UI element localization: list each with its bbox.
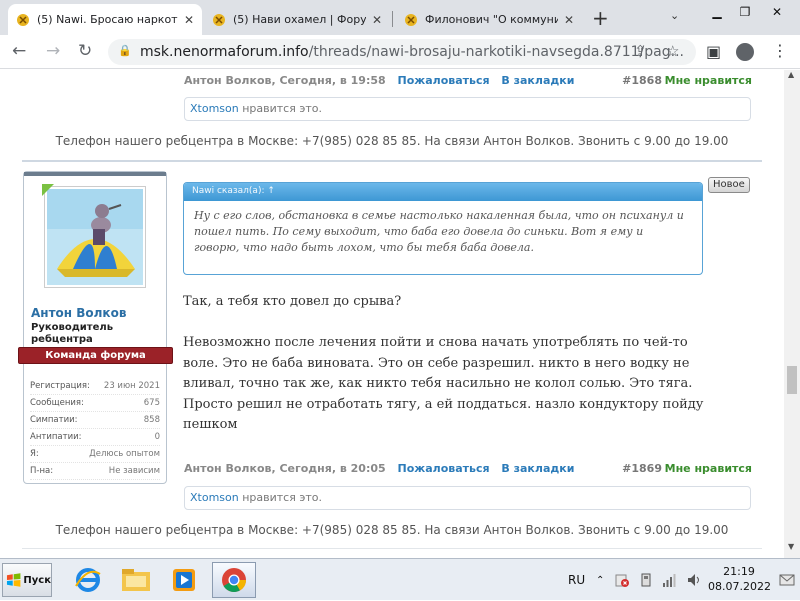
reload-icon[interactable]: ↻: [78, 41, 92, 61]
start-button[interactable]: Пуск: [2, 563, 52, 597]
post-number[interactable]: #1868: [622, 74, 662, 87]
lock-icon: 🔒: [118, 44, 132, 57]
stat-row: П-на: Не зависим: [30, 463, 160, 480]
quote-block: Nawi сказал(а): ↑ Ну с его слов, обстано…: [183, 182, 703, 275]
post-author-time[interactable]: Антон Волков, Сегодня, в 20:05: [184, 462, 386, 475]
scroll-up-icon[interactable]: ▲: [788, 70, 794, 79]
back-arrow-icon[interactable]: ←: [12, 41, 26, 61]
tab-close-icon[interactable]: ✕: [564, 13, 574, 27]
profile-avatar-icon[interactable]: [736, 43, 754, 61]
volume-icon[interactable]: [686, 559, 702, 601]
forum-favicon-icon: [213, 13, 225, 26]
media-player-icon[interactable]: [162, 562, 206, 598]
post-divider: [22, 160, 762, 162]
clock-date: 08.07.2022: [708, 580, 771, 593]
post-meta-1868: Антон Волков, Сегодня, в 19:58 Пожаловат…: [184, 74, 752, 90]
clock-time: 21:19: [723, 565, 755, 578]
side-panel-icon[interactable]: ▣: [706, 42, 721, 61]
online-indicator: [42, 184, 54, 196]
user-name-link[interactable]: Антон Волков: [31, 306, 126, 320]
userbox-strip: [24, 172, 166, 176]
share-icon[interactable]: ⇪: [634, 42, 647, 60]
start-label: Пуск: [23, 574, 51, 586]
post-paragraph: Невозможно после лечения пойти и снова н…: [183, 335, 704, 432]
browser-tab-bar: (5) Nawi. Бросаю наркоти ✕ (5) Нави охам…: [0, 0, 800, 35]
bookmark-link[interactable]: В закладки: [501, 462, 574, 475]
stat-row: Симпатии: 858: [30, 412, 160, 429]
post-author-time[interactable]: Антон Волков, Сегодня, в 19:58: [184, 74, 386, 87]
file-explorer-icon[interactable]: [114, 562, 158, 598]
bookmark-star-icon[interactable]: ☆: [666, 42, 679, 60]
signature: Телефон нашего ребцентра в Москве: +7(98…: [55, 523, 729, 537]
windows-logo-icon: [6, 573, 21, 587]
likes-summary: Xtomson нравится это.: [184, 486, 751, 510]
forum-page: Антон Волков, Сегодня, в 19:58 Пожаловат…: [0, 70, 784, 558]
notification-icon[interactable]: [778, 565, 796, 595]
stat-row: Регистрация: 23 июн 2021: [30, 378, 160, 395]
user-stats: Регистрация: 23 июн 2021 Сообщения: 675 Си…: [30, 378, 160, 480]
windows-taskbar: Пуск RU ⌃ 21:19 08.07.2022: [0, 558, 800, 600]
avatar-image: [47, 189, 143, 285]
device-icon[interactable]: [638, 559, 654, 601]
url-text: msk.nenormaforum.info/threads/nawi-brosa…: [140, 44, 684, 60]
post-paragraph: Так, а тебя кто довел до срыва?: [183, 294, 402, 309]
new-badge[interactable]: Новое: [708, 177, 750, 193]
forum-favicon-icon: [405, 13, 417, 26]
tab-active[interactable]: (5) Nawi. Бросаю наркоти ✕: [8, 4, 202, 35]
likes-text: нравится это.: [238, 102, 323, 115]
security-alert-icon[interactable]: [614, 559, 630, 601]
tab-2[interactable]: (5) Нави охамел | Форум п ✕: [204, 4, 390, 35]
report-link[interactable]: Пожаловаться: [398, 74, 490, 87]
network-signal-icon[interactable]: [662, 559, 678, 601]
post-meta-1869: Антон Волков, Сегодня, в 20:05 Пожаловат…: [184, 462, 752, 478]
scrollbar-thumb[interactable]: [787, 366, 797, 394]
user-title: Руководитель ребцентра: [31, 322, 114, 345]
stat-row: Сообщения: 675: [30, 395, 160, 412]
post-body: Так, а тебя кто довел до срыва? Невозмож…: [183, 292, 723, 456]
report-link[interactable]: Пожаловаться: [398, 462, 490, 475]
internet-explorer-icon[interactable]: [66, 562, 110, 598]
stat-row: Антипатии: 0: [30, 429, 160, 446]
close-window-button[interactable]: ✕: [762, 0, 792, 24]
scroll-down-icon[interactable]: ▼: [788, 542, 794, 551]
tray-expand-icon[interactable]: ⌃: [596, 559, 604, 601]
post-divider: [22, 548, 762, 549]
stat-row: Я: Делюсь опытом: [30, 446, 160, 463]
post-number[interactable]: #1869: [622, 462, 662, 475]
likes-summary: Xtomson нравится это.: [184, 97, 751, 121]
quote-header-link[interactable]: Nawi сказал(а): ↑: [184, 183, 702, 201]
tab-title: (5) Nawi. Бросаю наркоти: [37, 13, 178, 26]
like-link[interactable]: Мне нравится: [665, 74, 752, 87]
tab-close-icon[interactable]: ✕: [184, 13, 194, 27]
language-indicator[interactable]: RU: [568, 559, 585, 601]
signature: Телефон нашего ребцентра в Москве: +7(98…: [55, 134, 729, 148]
restore-button[interactable]: ❐: [730, 0, 760, 24]
tab-3[interactable]: Филонович "О коммунист ✕: [396, 4, 582, 35]
forum-favicon-icon: [17, 13, 29, 26]
team-ribbon: Команда форума: [18, 347, 173, 364]
tab-separator: [392, 11, 393, 27]
tab-close-icon[interactable]: ✕: [372, 13, 382, 27]
tab-search-chevron-icon[interactable]: ⌄: [670, 9, 679, 22]
tab-title: (5) Нави охамел | Форум п: [233, 13, 366, 26]
minimize-button[interactable]: ▁: [702, 0, 732, 24]
page-scrollbar[interactable]: ▲ ▼: [784, 70, 800, 558]
tab-title: Филонович "О коммунист: [425, 13, 558, 26]
chrome-taskbar-icon[interactable]: [212, 562, 256, 598]
address-bar[interactable]: 🔒 msk.nenormaforum.info/threads/nawi-bro…: [108, 39, 696, 65]
menu-kebab-icon[interactable]: ⋮: [772, 41, 788, 60]
likes-user-link[interactable]: Xtomson: [190, 102, 239, 115]
forward-arrow-icon[interactable]: →: [46, 41, 60, 61]
browser-toolbar: ← → ↻ 🔒 msk.nenormaforum.info/threads/na…: [0, 35, 800, 69]
quote-text: Ну с его слов, обстановка в семье настол…: [194, 209, 684, 254]
likes-text: нравится это.: [238, 491, 323, 504]
new-tab-button[interactable]: +: [592, 6, 609, 30]
user-info-block: Антон Волков Руководитель ребцентра Кома…: [18, 171, 173, 484]
like-link[interactable]: Мне нравится: [665, 462, 752, 475]
bookmark-link[interactable]: В закладки: [501, 74, 574, 87]
avatar[interactable]: [44, 186, 146, 288]
taskbar-clock[interactable]: 21:19 08.07.2022: [708, 564, 771, 594]
likes-user-link[interactable]: Xtomson: [190, 491, 239, 504]
